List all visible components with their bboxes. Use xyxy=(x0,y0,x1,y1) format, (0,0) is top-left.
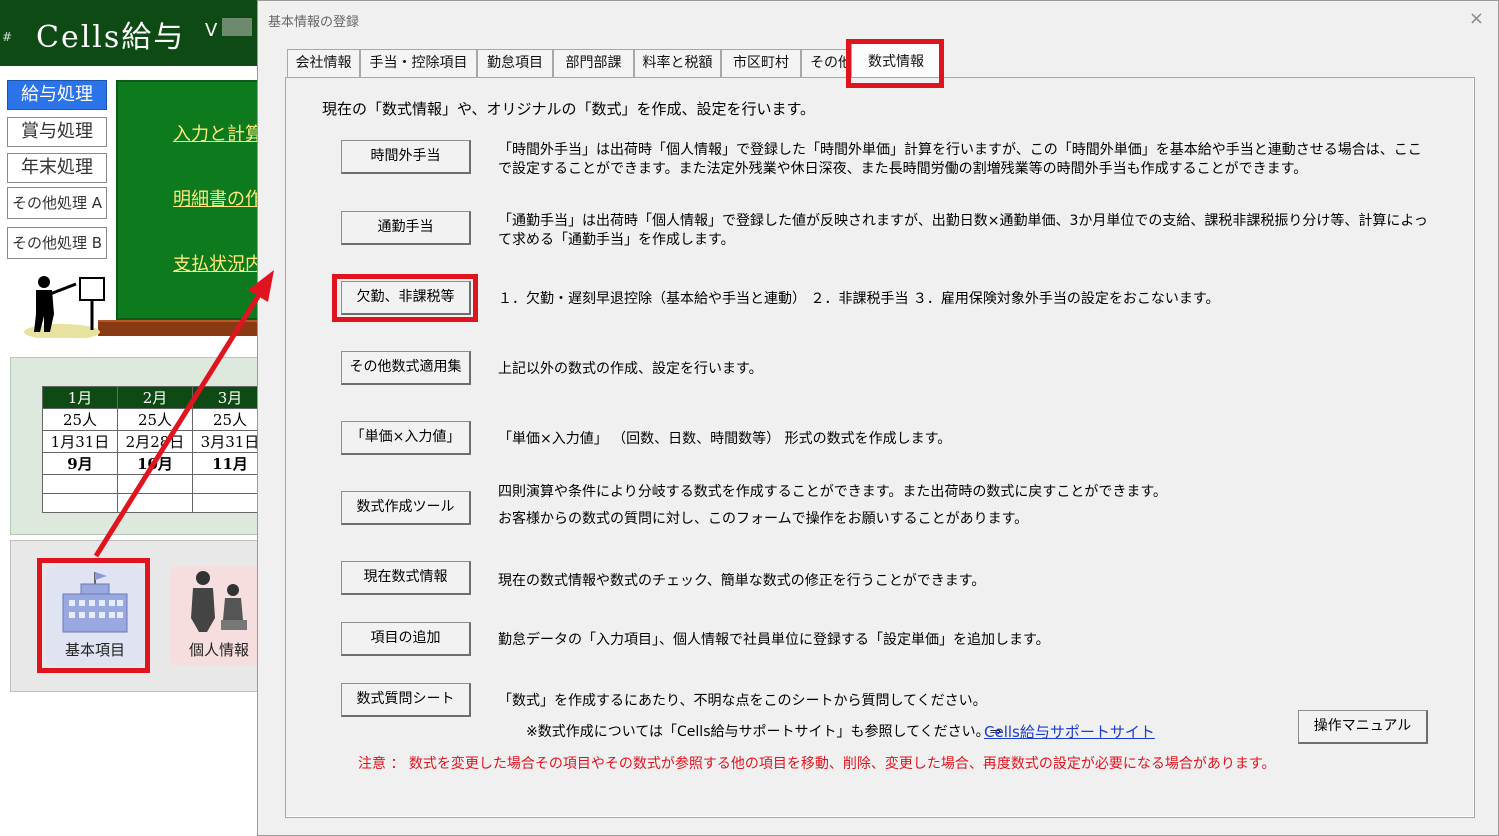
calendar-cell xyxy=(42,474,118,494)
tab-departments[interactable]: 部門部課 xyxy=(553,49,634,77)
month-header[interactable]: 2月 xyxy=(117,386,193,409)
month-label[interactable]: 10月 xyxy=(117,452,193,475)
payment-date: 2月28日 xyxy=(117,430,193,453)
tab-rates-taxes[interactable]: 料率と税額 xyxy=(634,49,721,77)
month-header[interactable]: 1月 xyxy=(42,386,118,409)
support-note: ※数式作成については「Cells給与サポートサイト」も参照してください。⇒ xyxy=(526,724,1002,740)
dialog-title: 基本情報の登録 xyxy=(268,15,360,30)
basic-info-dialog: 基本情報の登録 × 会社情報 手当・控除項目 勤怠項目 部門部課 料率と税額 市… xyxy=(257,0,1499,836)
calendar-cell xyxy=(42,493,118,513)
people-icon xyxy=(191,571,247,632)
tab-allowance-deduction[interactable]: 手当・控除項目 xyxy=(360,49,477,77)
manual-button[interactable]: 操作マニュアル xyxy=(1298,710,1428,744)
current-formula-button[interactable]: 現在数式情報 xyxy=(341,561,471,595)
unit-price-input-desc: 「単価×入力値」 （回数、日数、時間数等） 形式の数式を作成します。 xyxy=(498,431,952,447)
formula-question-sheet-button[interactable]: 数式質問シート xyxy=(341,683,471,717)
highlight-formula-tab xyxy=(846,39,944,88)
other-formulas-button[interactable]: その他数式適用集 xyxy=(341,351,471,385)
formula-info-pane: 現在の「数式情報」や、オリジナルの「数式」を作成、設定を行います。 時間外手当 … xyxy=(285,77,1475,818)
personal-info-button[interactable]: 個人情報 xyxy=(170,566,268,666)
support-site-link[interactable]: Cells給与サポートサイト xyxy=(984,721,1155,742)
overtime-allowance-desc: 「時間外手当」は出荷時「個人情報」で登録した「時間外単価」計算を行いますが、この… xyxy=(498,142,1422,177)
app-title: Cells給与 xyxy=(36,20,186,55)
commuting-allowance-button[interactable]: 通勤手当 xyxy=(341,211,471,245)
menu-other-processing-a[interactable]: その他処理 A xyxy=(7,187,107,219)
menu-salary-processing[interactable]: 給与処理 xyxy=(7,80,107,110)
calendar-cell xyxy=(117,474,193,494)
chalkboard-ledge xyxy=(98,320,268,336)
add-item-button[interactable]: 項目の追加 xyxy=(341,622,471,656)
employee-count: 25人 xyxy=(42,408,118,431)
personal-info-label: 個人情報 xyxy=(188,641,249,659)
teacher-illustration-icon xyxy=(24,276,105,338)
overtime-allowance-button[interactable]: 時間外手当 xyxy=(341,140,471,174)
monthly-calendar-table: 1月 2月 3月 25人 25人 25人 1月31日 2月28日 3月31日 9… xyxy=(42,386,268,513)
commuting-allowance-desc: 「通勤手当」は出荷時「個人情報」で登録した値が反映されますが、出勤日数×通勤単価… xyxy=(498,213,1428,248)
menu-other-processing-b[interactable]: その他処理 B xyxy=(7,227,107,259)
link-payment-status[interactable]: 支払状況内 xyxy=(173,250,263,276)
intro-text: 現在の「数式情報」や、オリジナルの「数式」を作成、設定を行います。 xyxy=(322,100,816,118)
tab-municipalities[interactable]: 市区町村 xyxy=(721,49,801,77)
tab-attendance-items[interactable]: 勤怠項目 xyxy=(477,49,553,77)
month-label[interactable]: 9月 xyxy=(42,452,118,475)
formula-tool-desc-2: お客様からの数式の質問に対し、このフォームで操作をお願いすることがあります。 xyxy=(498,511,1029,527)
add-item-desc: 勤怠データの「入力項目」、個人情報で社員単位に登録する「設定単価」を追加します。 xyxy=(498,632,1050,648)
chalkboard: 入力と計算 明細書の作成 支払状況内 xyxy=(116,80,281,320)
calendar-cell xyxy=(117,493,193,513)
header-hash: # xyxy=(2,30,13,44)
absence-nontaxable-desc: １．欠勤・遅刻早退控除（基本給や手当と連動） ２．非課税手当 ３．雇用保険対象外… xyxy=(498,291,1220,307)
employee-count: 25人 xyxy=(117,408,193,431)
highlight-absence-button xyxy=(332,274,478,322)
formula-question-sheet-desc: 「数式」を作成するにあたり、不明な点をこのシートから質問してください。 xyxy=(498,693,987,709)
caution-text: 注意 ： 数式を変更した場合その項目やその数式が参照する他の項目を移動、削除、変… xyxy=(358,756,1276,772)
link-input-calculate[interactable]: 入力と計算 xyxy=(173,120,263,146)
menu-bonus-processing[interactable]: 賞与処理 xyxy=(7,117,107,147)
menu-year-end-processing[interactable]: 年末処理 xyxy=(7,153,107,183)
app-version: V xyxy=(205,20,218,41)
version-number-box xyxy=(222,18,252,36)
payment-date: 1月31日 xyxy=(42,430,118,453)
unit-price-input-button[interactable]: 「単価×入力値」 xyxy=(341,421,471,455)
highlight-basic-items xyxy=(37,558,150,673)
tab-company-info[interactable]: 会社情報 xyxy=(287,49,360,77)
formula-tool-button[interactable]: 数式作成ツール xyxy=(341,491,471,525)
close-icon[interactable]: × xyxy=(1469,8,1484,29)
formula-tool-desc: 四則演算や条件により分岐する数式を作成することができます。また出荷時の数式に戻す… xyxy=(498,484,1167,500)
current-formula-desc: 現在の数式情報や数式のチェック、簡単な数式の修正を行うことができます。 xyxy=(498,573,986,589)
other-formulas-desc: 上記以外の数式の作成、設定を行います。 xyxy=(498,361,763,377)
